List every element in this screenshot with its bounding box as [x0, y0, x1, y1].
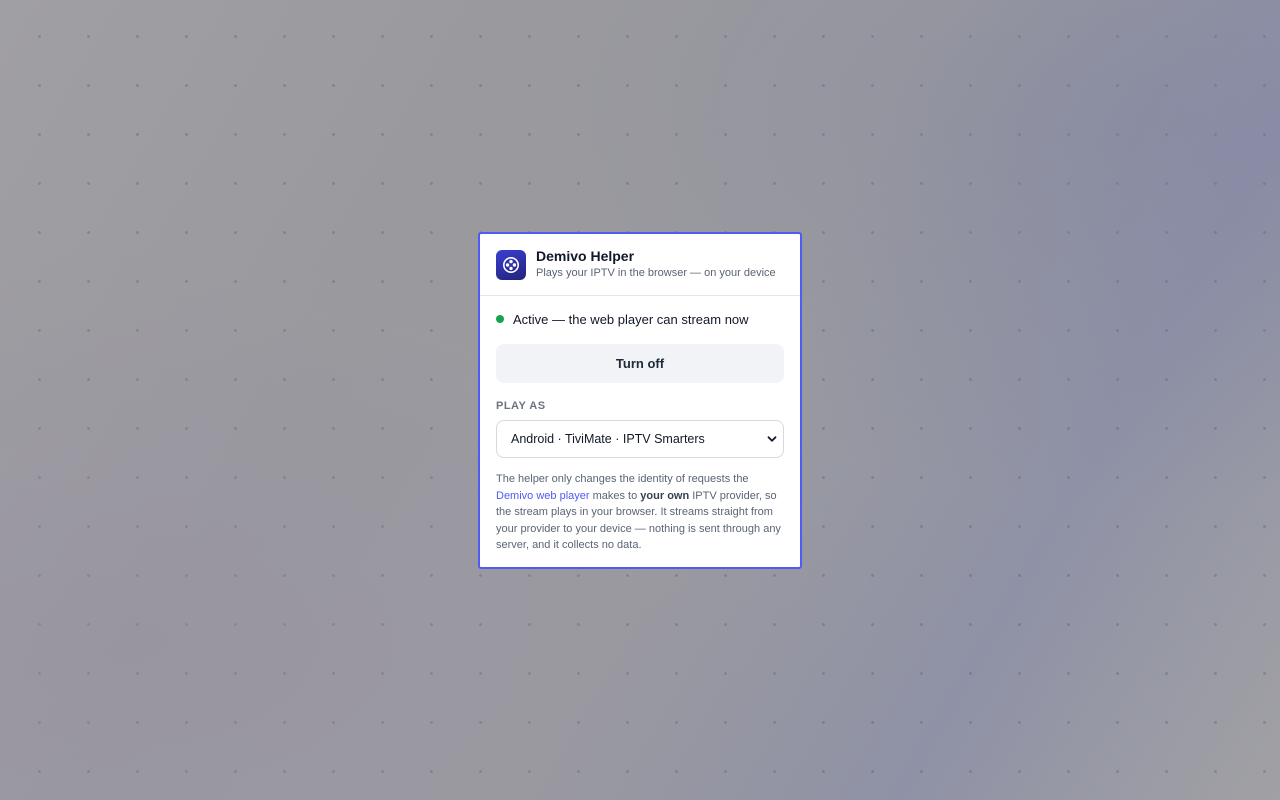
play-as-select[interactable]: Android · TiviMate · IPTV Smarters	[496, 420, 784, 458]
extension-popup: Demivo Helper Plays your IPTV in the bro…	[478, 232, 802, 569]
turn-off-button[interactable]: Turn off	[496, 344, 784, 383]
privacy-note: The helper only changes the identity of …	[496, 471, 784, 554]
play-as-label: PLAY AS	[496, 400, 546, 412]
status-dot-icon	[496, 315, 504, 323]
header-titles: Demivo Helper Plays your IPTV in the bro…	[536, 248, 776, 281]
note-text-2: makes to	[589, 489, 641, 502]
popup-header: Demivo Helper Plays your IPTV in the bro…	[480, 234, 800, 296]
note-emphasis: your own	[640, 489, 690, 502]
app-logo	[496, 249, 526, 280]
app-title: Demivo Helper	[536, 248, 635, 264]
status-text: Active — the web player can stream now	[513, 311, 749, 327]
popup-body: Active — the web player can stream now T…	[480, 296, 800, 554]
play-as-select-wrap: Android · TiviMate · IPTV Smarters	[496, 420, 784, 458]
status-row: Active — the web player can stream now	[496, 310, 784, 328]
app-subtitle: Plays your IPTV in the browser — on your…	[536, 267, 776, 279]
film-reel-icon	[503, 256, 519, 273]
note-text-1: The helper only changes the identity of …	[496, 473, 749, 485]
web-player-link[interactable]: Demivo web player	[496, 490, 590, 502]
